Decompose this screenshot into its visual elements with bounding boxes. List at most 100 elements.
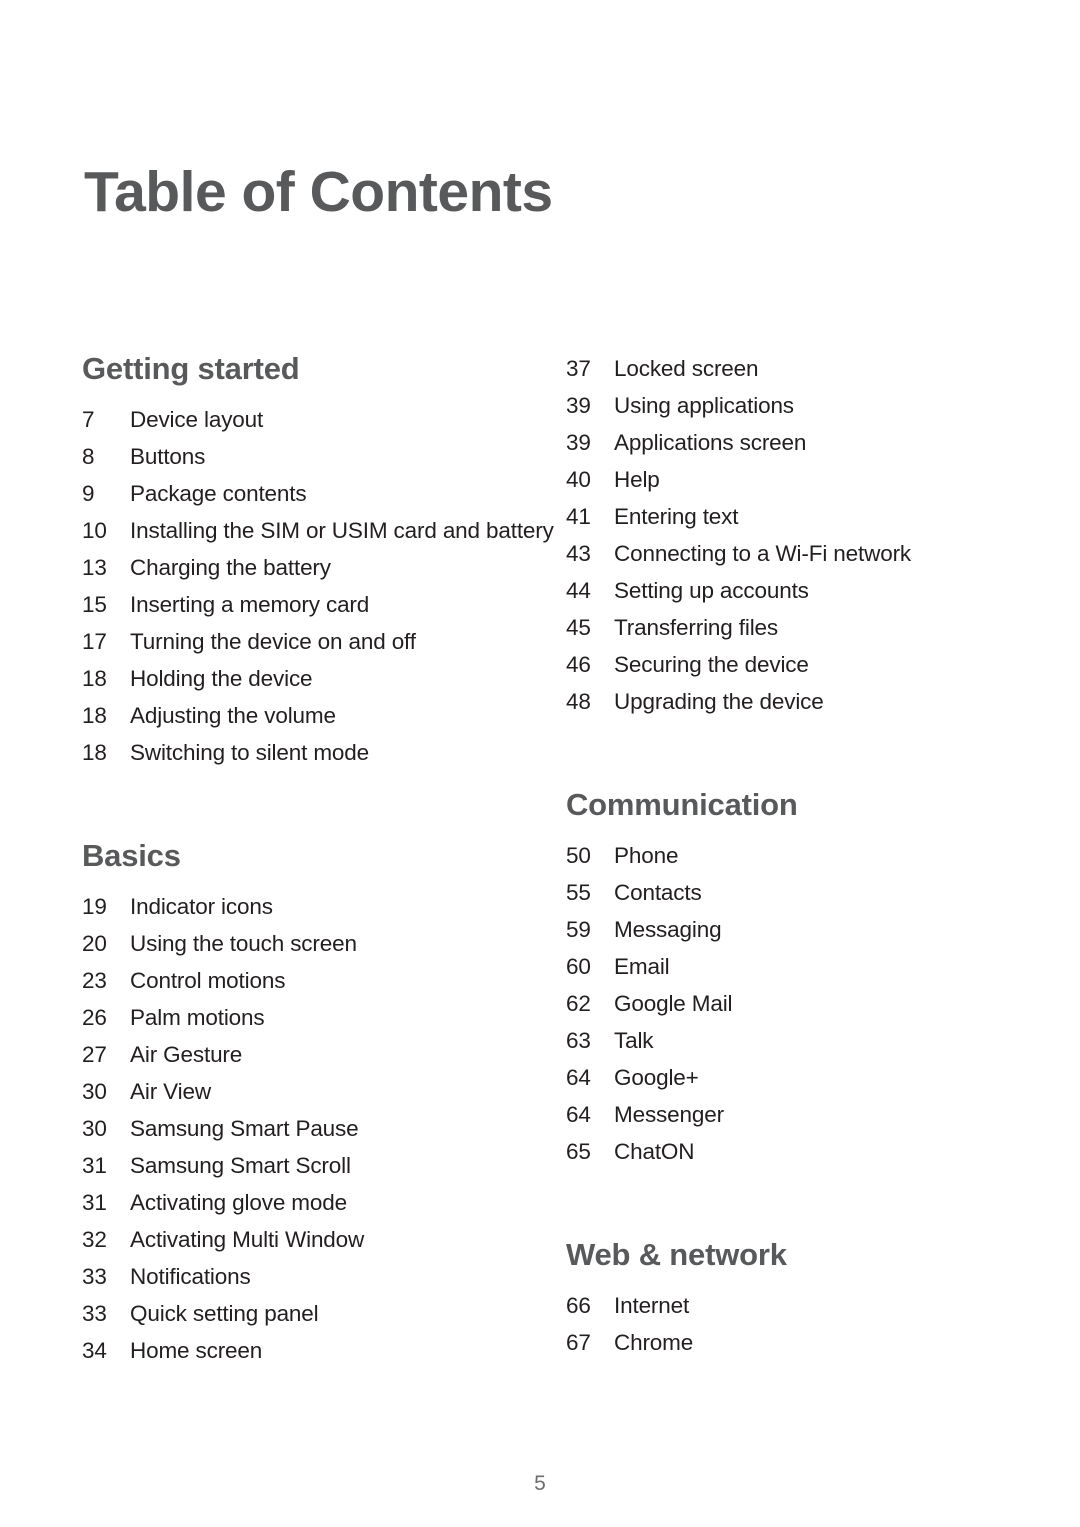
toc-entry[interactable]: 33 Quick setting panel <box>82 1295 562 1332</box>
toc-entry[interactable]: 19 Indicator icons <box>82 888 562 925</box>
toc-entry[interactable]: 9 Package contents <box>82 475 562 512</box>
toc-entry-title[interactable]: Charging the battery <box>130 549 562 586</box>
toc-entry-title[interactable]: Talk <box>614 1022 996 1059</box>
toc-entry-title[interactable]: Using the touch screen <box>130 925 562 962</box>
toc-entry-title[interactable]: Activating glove mode <box>130 1184 562 1221</box>
toc-entry-page-number: 18 <box>82 703 107 729</box>
toc-entry-title[interactable]: Switching to silent mode <box>130 734 562 771</box>
toc-entry-title[interactable]: Palm motions <box>130 999 562 1036</box>
toc-entry-title[interactable]: Entering text <box>614 498 996 535</box>
toc-entry[interactable]: 34 Home screen <box>82 1332 562 1369</box>
toc-entry-title[interactable]: Upgrading the device <box>614 683 996 720</box>
toc-entry[interactable]: 10 Installing the SIM or USIM card and ba… <box>82 512 562 549</box>
toc-entry[interactable]: 43 Connecting to a Wi-Fi network <box>566 535 996 572</box>
toc-entry-title[interactable]: Connecting to a Wi-Fi network <box>614 535 996 572</box>
toc-entry[interactable]: 33 Notifications <box>82 1258 562 1295</box>
toc-section-heading: Web & network <box>566 1237 787 1273</box>
toc-entry[interactable]: 7 Device layout <box>82 401 562 438</box>
toc-entry[interactable]: 27 Air Gesture <box>82 1036 562 1073</box>
toc-entry[interactable]: 46 Securing the device <box>566 646 996 683</box>
toc-entry[interactable]: 23 Control motions <box>82 962 562 999</box>
toc-entry[interactable]: 64 Google+ <box>566 1059 996 1096</box>
toc-entry-title[interactable]: Device layout <box>130 401 562 438</box>
toc-entry-title[interactable]: Buttons <box>130 438 562 475</box>
toc-entry-title[interactable]: Turning the device on and off <box>130 623 562 660</box>
toc-entry-title[interactable]: Contacts <box>614 874 996 911</box>
toc-entry-page-number: 18 <box>82 740 107 766</box>
toc-entry[interactable]: 18 Holding the device <box>82 660 562 697</box>
toc-entry[interactable]: 67 Chrome <box>566 1324 996 1361</box>
toc-entry-title[interactable]: Quick setting panel <box>130 1295 562 1332</box>
toc-entry-title[interactable]: Transferring files <box>614 609 996 646</box>
toc-entry[interactable]: 50 Phone <box>566 837 996 874</box>
toc-entry[interactable]: 31 Activating glove mode <box>82 1184 562 1221</box>
toc-entry[interactable]: 59 Messaging <box>566 911 996 948</box>
toc-entry[interactable]: 8 Buttons <box>82 438 562 475</box>
toc-entry[interactable]: 45 Transferring files <box>566 609 996 646</box>
toc-entry[interactable]: 13 Charging the battery <box>82 549 562 586</box>
toc-entry-title[interactable]: Package contents <box>130 475 562 512</box>
toc-entry-title[interactable]: ChatON <box>614 1133 996 1170</box>
toc-entry[interactable]: 30 Air View <box>82 1073 562 1110</box>
toc-entry[interactable]: 18 Adjusting the volume <box>82 697 562 734</box>
toc-entry-list: 19 Indicator icons 20 Using the touch scree… <box>82 888 562 1369</box>
toc-entry[interactable]: 66 Internet <box>566 1287 996 1324</box>
toc-entry[interactable]: 39 Using applications <box>566 387 996 424</box>
toc-entry[interactable]: 40 Help <box>566 461 996 498</box>
toc-entry-title[interactable]: Indicator icons <box>130 888 562 925</box>
toc-entry[interactable]: 31 Samsung Smart Scroll <box>82 1147 562 1184</box>
toc-entry-title[interactable]: Using applications <box>614 387 996 424</box>
toc-entry-title[interactable]: Messenger <box>614 1096 996 1133</box>
toc-entry[interactable]: 26 Palm motions <box>82 999 562 1036</box>
toc-entry[interactable]: 37 Locked screen <box>566 350 996 387</box>
toc-entry-title[interactable]: Home screen <box>130 1332 562 1369</box>
toc-entry-page-number: 60 <box>566 954 591 980</box>
toc-entry-title[interactable]: Holding the device <box>130 660 562 697</box>
toc-entry[interactable]: 41 Entering text <box>566 498 996 535</box>
toc-entry-title[interactable]: Samsung Smart Scroll <box>130 1147 562 1184</box>
toc-entry[interactable]: 20 Using the touch screen <box>82 925 562 962</box>
toc-entry-title[interactable]: Air Gesture <box>130 1036 562 1073</box>
toc-entry[interactable]: 62 Google Mail <box>566 985 996 1022</box>
toc-entry[interactable]: 64 Messenger <box>566 1096 996 1133</box>
toc-entry-page-number: 26 <box>82 1005 107 1031</box>
toc-entry[interactable]: 39 Applications screen <box>566 424 996 461</box>
toc-entry-page-number: 65 <box>566 1139 591 1165</box>
toc-entry[interactable]: 65 ChatON <box>566 1133 996 1170</box>
toc-entry[interactable]: 17 Turning the device on and off <box>82 623 562 660</box>
toc-entry-title[interactable]: Chrome <box>614 1324 996 1361</box>
toc-entry-title[interactable]: Applications screen <box>614 424 996 461</box>
toc-entry[interactable]: 60 Email <box>566 948 996 985</box>
toc-entry[interactable]: 55 Contacts <box>566 874 996 911</box>
toc-entry-title[interactable]: Messaging <box>614 911 996 948</box>
toc-entry[interactable]: 44 Setting up accounts <box>566 572 996 609</box>
toc-entry-title[interactable]: Locked screen <box>614 350 996 387</box>
toc-entry-title[interactable]: Internet <box>614 1287 996 1324</box>
toc-entry-title[interactable]: Phone <box>614 837 996 874</box>
toc-entry-title[interactable]: Notifications <box>130 1258 562 1295</box>
toc-entry-title[interactable]: Activating Multi Window <box>130 1221 562 1258</box>
toc-entry-title[interactable]: Help <box>614 461 996 498</box>
toc-entry-title[interactable]: Installing the SIM or USIM card and batt… <box>130 512 562 549</box>
toc-entry-title[interactable]: Samsung Smart Pause <box>130 1110 562 1147</box>
toc-entry-page-number: 23 <box>82 968 107 994</box>
toc-entry[interactable]: 18 Switching to silent mode <box>82 734 562 771</box>
toc-entry-title[interactable]: Google+ <box>614 1059 996 1096</box>
toc-entry-list: 7 Device layout 8 Buttons 9 Package contents 1… <box>82 401 562 771</box>
toc-page: Table of Contents Getting started 7 Device… <box>0 0 1080 1527</box>
toc-entry-title[interactable]: Google Mail <box>614 985 996 1022</box>
toc-section-heading: Basics <box>82 838 181 874</box>
toc-entry-title[interactable]: Securing the device <box>614 646 996 683</box>
toc-entry[interactable]: 15 Inserting a memory card <box>82 586 562 623</box>
toc-entry-title[interactable]: Control motions <box>130 962 562 999</box>
toc-entry[interactable]: 30 Samsung Smart Pause <box>82 1110 562 1147</box>
toc-entry-title[interactable]: Adjusting the volume <box>130 697 562 734</box>
toc-entry-title[interactable]: Email <box>614 948 996 985</box>
toc-entry[interactable]: 48 Upgrading the device <box>566 683 996 720</box>
toc-entry-title[interactable]: Setting up accounts <box>614 572 996 609</box>
toc-column-right: 37 Locked screen 39 Using applications 39 App… <box>566 350 996 1361</box>
toc-entry[interactable]: 63 Talk <box>566 1022 996 1059</box>
toc-entry-title[interactable]: Inserting a memory card <box>130 586 562 623</box>
toc-entry-title[interactable]: Air View <box>130 1073 562 1110</box>
toc-entry[interactable]: 32 Activating Multi Window <box>82 1221 562 1258</box>
